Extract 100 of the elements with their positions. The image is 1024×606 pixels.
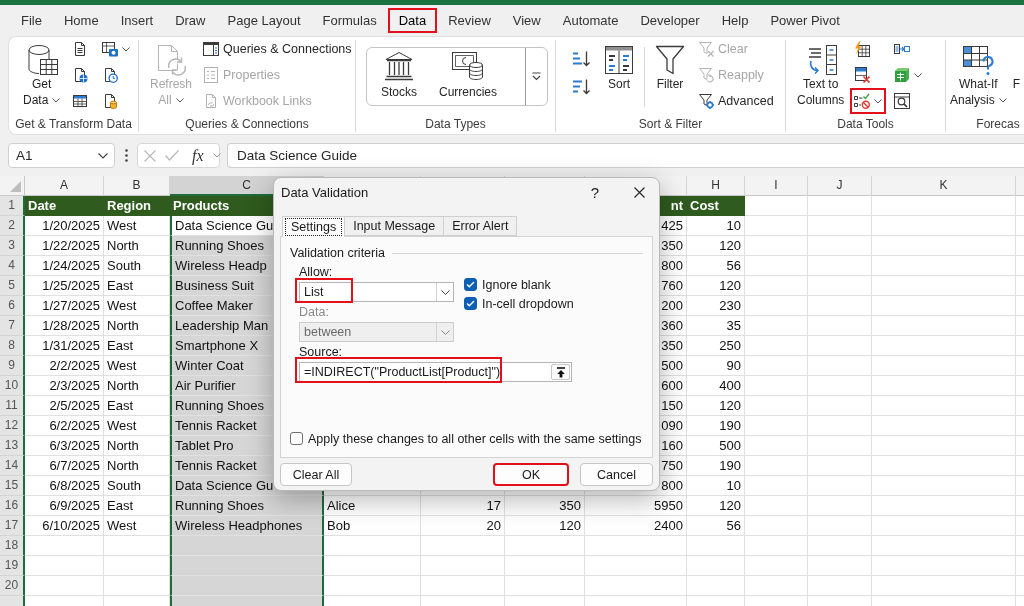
group-label: Data Types [424,116,487,132]
ribbon-tab[interactable]: Data [387,8,438,33]
globe-file-icon [72,67,89,83]
formula-input[interactable]: Data Science Guide [227,143,1024,168]
dropdown-field[interactable]: List [299,282,454,302]
table-cell [745,436,808,456]
row-header[interactable]: 13 [0,436,25,456]
cross-icon [144,149,156,162]
column-header[interactable]: A [25,176,104,196]
ribbon-tab[interactable]: Automate [551,8,630,33]
table-cell: East [104,396,170,416]
column-header[interactable]: I [745,176,808,196]
row-header[interactable]: 17 [0,516,25,536]
name-box[interactable]: A1 [8,143,115,168]
row-header[interactable]: 8 [0,336,25,356]
table-cell: 2/2/2025 [25,356,104,376]
table-cell: West [104,356,170,376]
ribbon-tab[interactable]: Draw [164,8,217,33]
table-cell [808,276,872,296]
get-data-button[interactable]: Get Data [21,41,63,110]
ribbon-tab[interactable]: Help [710,8,760,33]
row-header[interactable]: 10 [0,376,25,396]
ribbon-tab[interactable]: Review [437,8,502,33]
checkbox[interactable] [464,297,477,310]
ribbon-tab[interactable]: Page Layout [216,8,312,33]
table-cell [745,396,808,416]
data-validation-button[interactable] [850,88,887,114]
table-cell: 120 [687,496,745,516]
group-label: Sort & Filter [637,116,704,132]
ribbon-tab[interactable]: Formulas [311,8,388,33]
table-cell: 230 [687,296,745,316]
row-header[interactable]: 6 [0,296,25,316]
table-camera-icon [102,41,119,57]
what-if-button[interactable]: What-If Analysis [948,41,1009,110]
database-table-icon [25,43,58,76]
column-header[interactable]: J [808,176,872,196]
merge-arrow-icon [894,41,911,57]
row-header[interactable]: 14 [0,456,25,476]
table-cell: Alice [324,496,421,516]
advanced-filter-button[interactable]: Advanced [695,88,777,114]
row-header[interactable]: 16 [0,496,25,516]
table-cell: 350 [505,496,585,516]
dialog-tab[interactable]: Settings [282,216,346,237]
row-header[interactable]: 19 [0,556,25,576]
queries-connections-button[interactable]: Queries & Connections [200,37,355,62]
dialog-tab[interactable]: Error Alert [443,216,518,236]
table-cell [808,436,872,456]
ribbon-tab[interactable]: Developer [629,8,711,33]
row-header[interactable]: 1 [0,196,25,216]
insert-function-button[interactable]: fx [192,146,204,165]
row-header[interactable]: 5 [0,276,25,296]
table-cell: 6/7/2025 [25,456,104,476]
table-cell: 120 [505,516,585,536]
checkbox[interactable] [464,278,477,291]
row-header[interactable]: 4 [0,256,25,276]
ribbon-button[interactable]: F [1010,74,1023,94]
sort-ascending-icon [572,50,590,68]
clear-all-button[interactable]: Clear All [280,463,352,486]
ribbon-tab[interactable]: View [501,8,552,33]
table-cell [808,356,872,376]
row-header[interactable]: 18 [0,536,25,556]
cancel-button[interactable]: Cancel [580,463,653,486]
ribbon-tab[interactable]: Insert [109,8,165,33]
sort-button[interactable]: Sort [602,41,636,94]
row-header[interactable]: 11 [0,396,25,416]
currencies-button[interactable]: Currencies [431,48,506,105]
table-cell [745,296,808,316]
collapse-button[interactable] [551,364,570,380]
refresh-document-icon [155,43,187,76]
checkbox[interactable] [290,432,303,445]
column-header[interactable]: H [687,176,745,196]
column-header[interactable]: K [872,176,1016,196]
dialog-tab[interactable]: Input Message [344,216,445,236]
ribbon-tab[interactable]: Power Pivot [759,8,851,33]
table-cell: 500 [687,436,745,456]
column-header[interactable]: B [104,176,170,196]
row-header[interactable]: 15 [0,476,25,496]
row-header[interactable]: 3 [0,236,25,256]
source-input[interactable]: =INDIRECT("ProductList[Product]") [299,362,572,382]
row-header[interactable]: 20 [0,576,25,596]
row-header[interactable]: 7 [0,316,25,336]
ok-button[interactable]: OK [493,463,569,486]
row-header[interactable]: 2 [0,216,25,236]
table-cell: South [104,476,170,496]
table-cell: 1/20/2025 [25,216,104,236]
table-cell: Running Shoes [170,496,324,516]
funnel-cross-icon [698,41,714,57]
text-to-columns-button[interactable]: Text to Columns [795,41,847,110]
filter-button[interactable]: Filter [653,41,687,94]
chevron-down-icon [440,329,450,335]
ribbon-tab[interactable]: Home [52,8,110,33]
table-cell: West [104,296,170,316]
table-cell: 10 [687,216,745,236]
ribbon-tab[interactable]: File [10,8,53,33]
table-cell: East [104,276,170,296]
row-header[interactable]: 12 [0,416,25,436]
row-header[interactable]: 9 [0,356,25,376]
stocks-button[interactable]: Stocks [373,48,425,105]
table-cell [745,276,808,296]
table-cell: 5950 [585,496,687,516]
